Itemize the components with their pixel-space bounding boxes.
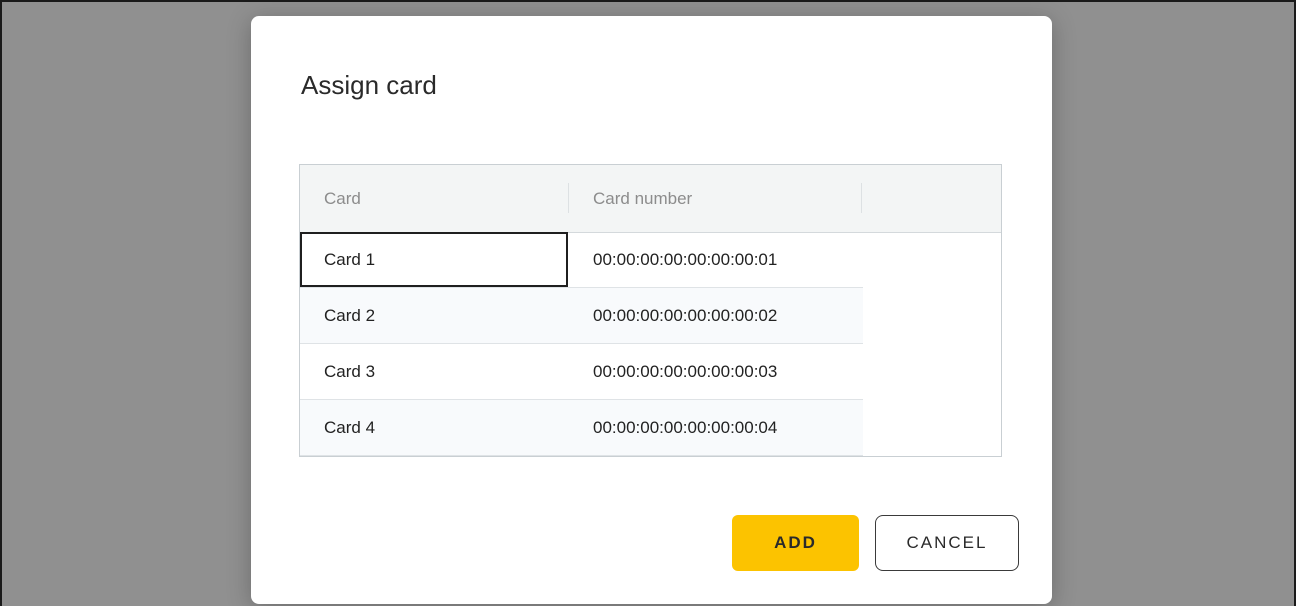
cell-card-number: 00:00:00:00:00:00:00:03 [593, 362, 778, 381]
column-divider[interactable] [861, 183, 862, 213]
assign-card-dialog: Assign card Card Card number Card 1 00:0… [251, 16, 1052, 604]
cell-card-number: 00:00:00:00:00:00:00:02 [593, 306, 778, 325]
cancel-button[interactable]: CANCEL [875, 515, 1019, 571]
table-header: Card Card number [300, 165, 1001, 233]
column-header-card[interactable]: Card [324, 165, 361, 232]
cell-card-number: 00:00:00:00:00:00:00:01 [593, 250, 778, 269]
column-header-card-number[interactable]: Card number [593, 165, 692, 232]
table-row[interactable]: Card 2 00:00:00:00:00:00:00:02 [300, 288, 863, 344]
cell-card-name: Card 4 [324, 418, 376, 437]
column-divider[interactable] [568, 183, 569, 213]
table-row[interactable]: Card 1 00:00:00:00:00:00:00:01 [300, 232, 863, 288]
dialog-title: Assign card [301, 70, 437, 100]
table-row[interactable]: Card 4 00:00:00:00:00:00:00:04 [300, 400, 863, 456]
cell-card-name: Card 2 [324, 306, 376, 325]
cell-card-name: Card 1 [324, 250, 376, 269]
cell-card-name: Card 3 [324, 362, 376, 381]
add-button[interactable]: ADD [732, 515, 859, 571]
table-row[interactable]: Card 3 00:00:00:00:00:00:00:03 [300, 344, 863, 400]
cell-card-number: 00:00:00:00:00:00:00:04 [593, 418, 778, 437]
cards-table: Card Card number Card 1 00:00:00:00:00:0… [299, 164, 1002, 457]
